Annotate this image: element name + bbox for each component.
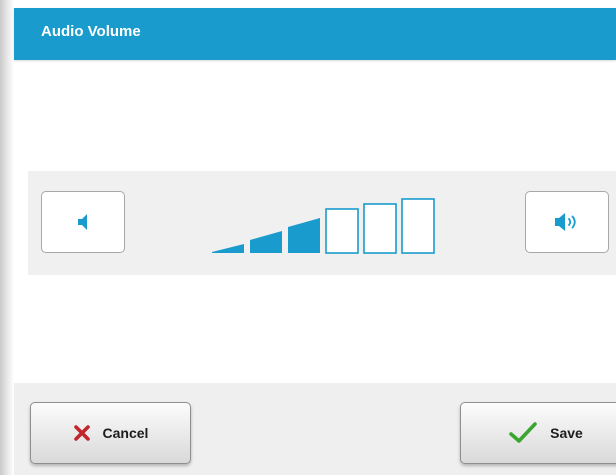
volume-bar-filled[interactable] (288, 218, 320, 253)
volume-up-button[interactable] (525, 191, 609, 253)
volume-level-bars[interactable] (208, 189, 448, 255)
volume-bar-empty[interactable] (325, 208, 359, 254)
volume-bar-empty[interactable] (363, 203, 397, 254)
cancel-button[interactable]: Cancel (30, 402, 191, 464)
x-icon (73, 425, 90, 441)
volume-bar-filled[interactable] (212, 244, 244, 253)
dialog-title: Audio Volume (41, 23, 141, 40)
speaker-high-icon (555, 213, 576, 231)
volume-down-button[interactable] (41, 191, 125, 253)
speaker-low-icon (78, 214, 87, 230)
dialog-footer: Cancel Save (14, 383, 616, 475)
audio-volume-dialog: Audio Volume Cancel Save (0, 0, 616, 475)
volume-control-panel (28, 171, 616, 275)
check-icon (509, 422, 537, 443)
title-bar: Audio Volume (14, 8, 616, 60)
save-button[interactable]: Save (460, 402, 616, 464)
volume-bar-filled[interactable] (250, 231, 282, 253)
cancel-button-label: Cancel (102, 425, 149, 441)
save-button-label: Save (550, 425, 583, 441)
volume-bar-empty[interactable] (401, 198, 435, 254)
window-edge-shadow (0, 0, 14, 475)
